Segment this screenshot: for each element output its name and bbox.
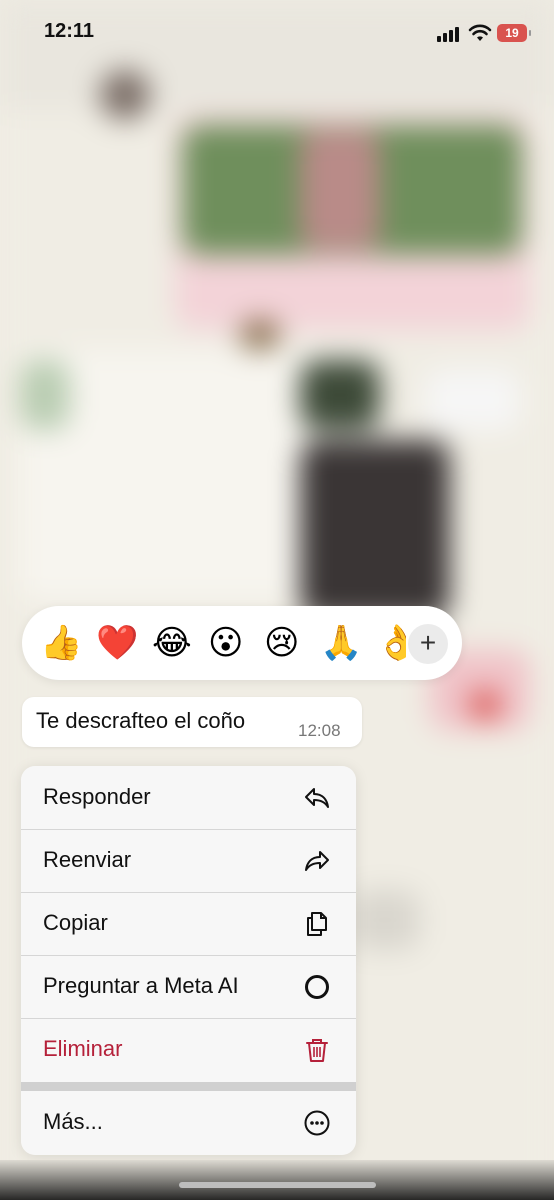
menu-item-label: Eliminar (43, 1036, 123, 1061)
menu-item-label: Preguntar a Meta AI (43, 973, 239, 998)
message-timestamp: 12:08 (298, 721, 341, 740)
keyboard-area-shadow (0, 1160, 554, 1200)
home-indicator[interactable] (179, 1182, 376, 1188)
reply-icon (305, 788, 329, 808)
message-text: Te descrafteo el coño (36, 708, 246, 733)
more-reactions-button[interactable]: + (408, 624, 448, 664)
status-bar: 12:11 19 (0, 0, 554, 64)
reaction-bar: 👍 ❤️ 😂 😮 😢 🙏 👌 + (22, 606, 462, 680)
menu-item-more[interactable]: Más... (21, 1091, 356, 1154)
menu-separator (21, 1082, 356, 1091)
reaction-pray[interactable]: 🙏 (320, 624, 362, 662)
cellular-signal-icon (437, 26, 461, 42)
reaction-surprised[interactable]: 😮 (208, 624, 243, 662)
reaction-heart[interactable]: ❤️ (96, 624, 138, 662)
message-bubble: Te descrafteo el coño 12:08 (22, 697, 362, 747)
wifi-icon (468, 24, 492, 41)
forward-icon (305, 851, 329, 871)
status-time: 12:11 (44, 20, 95, 42)
menu-item-copy[interactable]: Copiar (21, 892, 356, 956)
trash-icon (306, 1039, 328, 1062)
more-icon (304, 1110, 330, 1136)
menu-item-label: Copiar (43, 910, 108, 935)
menu-item-forward[interactable]: Reenviar (21, 829, 356, 893)
reaction-ok-hand[interactable]: 👌 (376, 624, 406, 662)
copy-icon (307, 912, 327, 936)
battery-icon: 19 (497, 24, 531, 42)
reaction-thumbs-up[interactable]: 👍 (40, 624, 82, 662)
menu-item-label: Responder (43, 784, 151, 809)
menu-item-reply[interactable]: Responder (21, 766, 356, 830)
menu-item-label: Reenviar (43, 847, 132, 872)
menu-item-ask-meta-ai[interactable]: Preguntar a Meta AI (21, 955, 356, 1019)
message-context-menu: Responder Reenviar Copiar Preguntar a Me… (21, 766, 356, 1155)
meta-ai-icon (305, 975, 329, 999)
menu-item-delete[interactable]: Eliminar (21, 1018, 356, 1081)
reaction-sad[interactable]: 😢 (264, 624, 299, 662)
menu-item-label: Más... (43, 1109, 103, 1134)
reaction-laugh[interactable]: 😂 (152, 624, 192, 662)
